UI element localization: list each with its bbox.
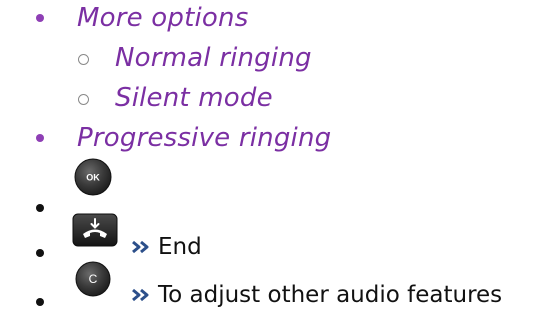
bullet: [36, 249, 44, 257]
option-silent-mode: Silent mode: [115, 85, 273, 111]
sub-bullet: [78, 94, 89, 105]
step-text: To adjust other audio features: [158, 281, 503, 308]
c-key-icon[interactable]: C: [75, 261, 111, 297]
bullet: [36, 298, 44, 306]
c-key-label: C: [89, 272, 98, 286]
option-more-options: More options: [77, 5, 248, 31]
double-chevron-right-icon: [130, 240, 152, 254]
double-chevron-right-icon: [130, 288, 152, 302]
option-label: Progressive ringing: [77, 123, 332, 153]
instruction-list: More options Normal ringing Silent mode …: [0, 0, 555, 327]
hang-up-key-icon[interactable]: [72, 213, 118, 247]
bullet: [36, 204, 44, 212]
step-adjust: To adjust other audio features: [130, 280, 502, 310]
option-label: Silent mode: [115, 83, 273, 113]
step-text: End: [158, 233, 202, 260]
option-normal-ringing: Normal ringing: [115, 45, 312, 71]
bullet: [36, 134, 44, 142]
step-end: End: [130, 232, 202, 262]
ok-key-icon[interactable]: OK: [74, 158, 112, 196]
option-label: More options: [77, 3, 249, 33]
ok-key-label: OK: [86, 173, 100, 183]
option-label: Normal ringing: [115, 43, 312, 73]
option-progressive-ringing: Progressive ringing: [77, 125, 331, 151]
sub-bullet: [78, 54, 89, 65]
bullet: [36, 14, 44, 22]
